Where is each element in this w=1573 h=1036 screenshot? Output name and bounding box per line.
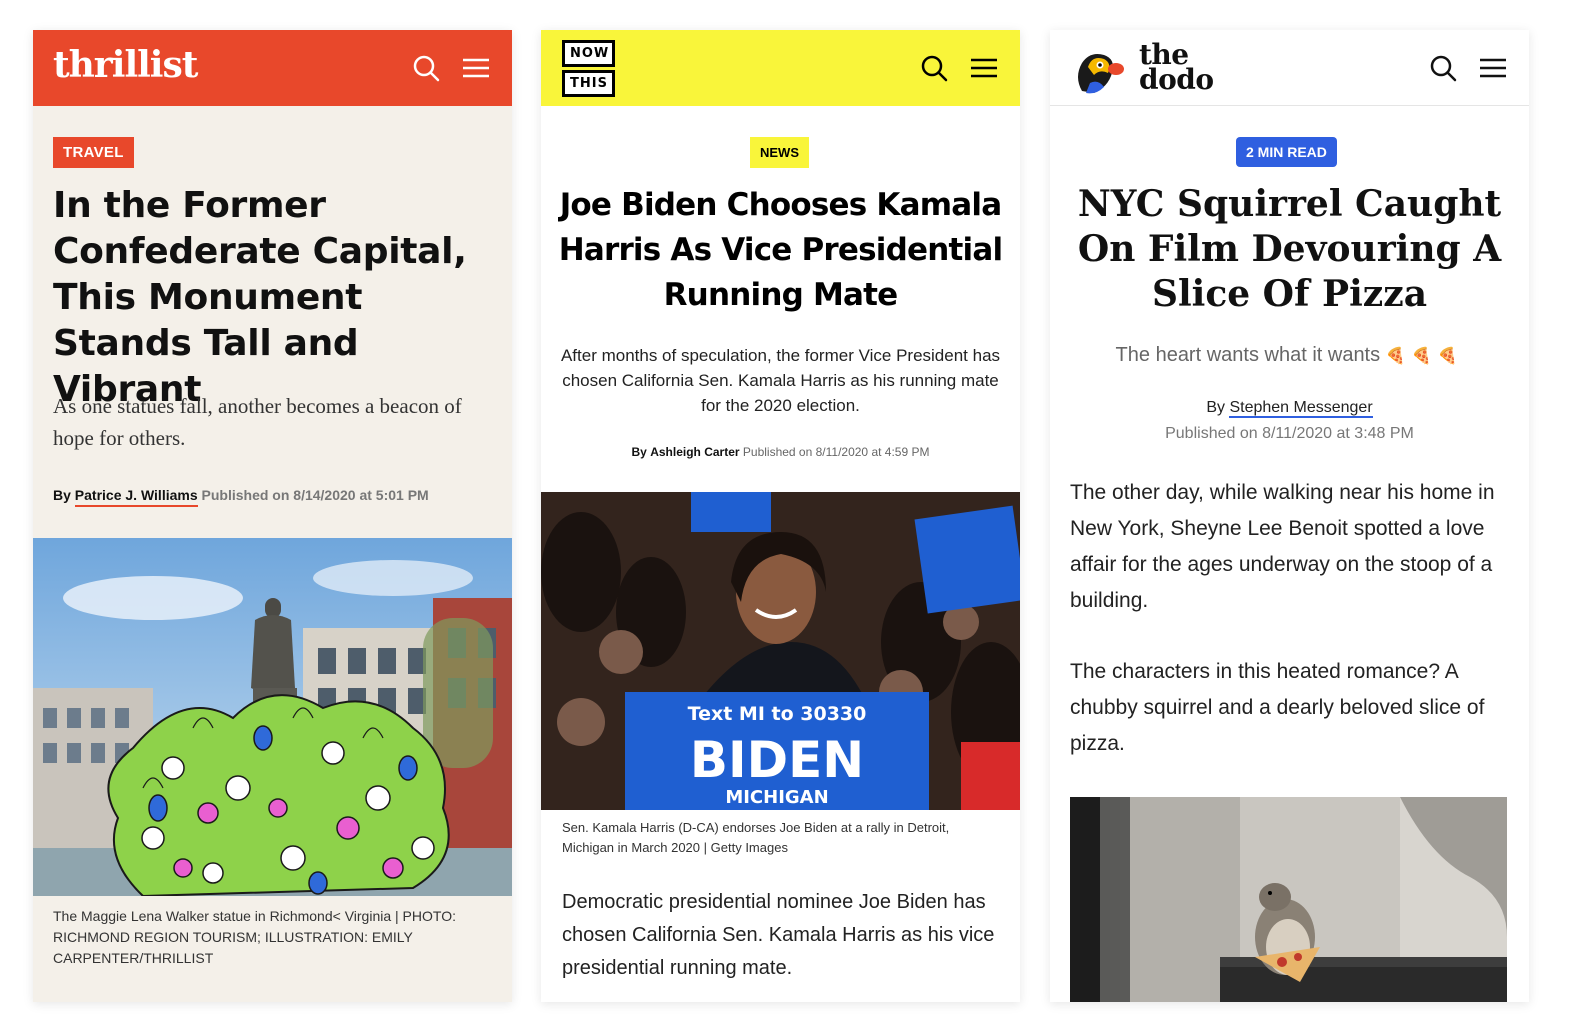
article-headline: In the Former Confederate Capital, This …	[53, 185, 467, 410]
sign-text-bottom: MICHIGAN	[725, 787, 828, 808]
hero-image	[1070, 797, 1507, 1002]
article-headline: NYC Squirrel Caught On Film Devouring A …	[1077, 183, 1502, 315]
publish-date: Published on 8/11/2020 at 4:59 PM	[742, 445, 930, 459]
logo-line-this: THIS	[562, 70, 615, 97]
article-dek: The heart wants what it wants 🍕🍕🍕	[1050, 344, 1529, 367]
dodo-article-card: the dodo 2 MIN READ NYC Squirrel Caught …	[1050, 30, 1529, 1002]
publish-date: Published on 8/14/2020 at 5:01 PM	[201, 487, 429, 503]
menu-icon[interactable]	[1479, 57, 1507, 79]
author-link[interactable]: Ashleigh Carter	[650, 445, 739, 459]
article-body: The other day, while walking near his ho…	[1070, 475, 1515, 762]
article-dek: After months of speculation, the former …	[560, 346, 1001, 415]
nowthis-logo[interactable]: NOW THIS	[562, 40, 615, 97]
hero-image: Text MI to 30330 BIDEN MICHIGAN	[541, 492, 1020, 810]
article-headline: Joe Biden Chooses Kamala Harris As Vice …	[558, 187, 1003, 313]
caption-credit: | Getty Images	[703, 840, 788, 855]
nowthis-header: NOW THIS	[541, 30, 1020, 106]
category-tag[interactable]: NEWS	[750, 137, 809, 168]
image-caption: Sen. Kamala Harris (D-CA) endorses Joe B…	[562, 818, 1002, 858]
article-byline: By Stephen Messenger	[1050, 399, 1529, 418]
nowthis-article-card: NOW THIS NEWS Joe Biden Chooses Kamala H…	[541, 30, 1020, 1002]
logo-line-dodo: dodo	[1139, 63, 1214, 96]
sign-text-top: Text MI to 30330	[688, 703, 867, 725]
search-icon[interactable]	[412, 54, 440, 82]
menu-icon[interactable]	[970, 57, 998, 79]
image-caption: The Maggie Lena Walker statue in Richmon…	[53, 906, 498, 969]
body-paragraph: The other day, while walking near his ho…	[1070, 481, 1495, 612]
search-icon[interactable]	[1429, 54, 1457, 82]
article-dek: As one statues fall, another becomes a b…	[53, 394, 462, 450]
caption-text: The Maggie Lena Walker statue in Richmon…	[53, 908, 392, 924]
publish-date: Published on 8/11/2020 at 3:48 PM	[1165, 425, 1414, 442]
byline-prefix: By	[53, 487, 71, 503]
article-byline: By Patrice J. Williams Published on 8/14…	[53, 487, 429, 507]
byline-prefix: By	[1206, 399, 1225, 416]
read-time-tag: 2 MIN READ	[1236, 137, 1337, 167]
article-byline: By Ashleigh Carter Published on 8/11/202…	[541, 445, 1020, 459]
search-icon[interactable]	[920, 54, 948, 82]
sign-text-main: BIDEN	[690, 731, 864, 789]
category-tag[interactable]: TRAVEL	[53, 137, 134, 168]
article-body: Democratic presidential nominee Joe Bide…	[562, 891, 995, 979]
thrillist-article-card: thrillist TRAVEL In the Former Confedera…	[33, 30, 512, 1002]
dodo-header: the dodo	[1050, 30, 1529, 106]
author-link[interactable]: Patrice J. Williams	[74, 487, 198, 507]
dodo-logo[interactable]: the dodo	[1139, 41, 1214, 96]
thrillist-logo[interactable]: thrillist	[53, 44, 198, 86]
thrillist-header: thrillist	[33, 30, 512, 106]
logo-line-now: NOW	[562, 40, 615, 67]
hero-image	[33, 538, 512, 896]
menu-icon[interactable]	[462, 57, 490, 79]
author-link[interactable]: Stephen Messenger	[1229, 399, 1373, 418]
byline-prefix: By	[631, 445, 647, 459]
dodo-bird-logo-icon[interactable]	[1072, 47, 1126, 102]
pizza-emoji-icons: 🍕🍕🍕	[1385, 348, 1464, 365]
body-paragraph: The characters in this heated romance? A…	[1070, 660, 1485, 755]
dek-text: The heart wants what it wants	[1115, 344, 1381, 366]
